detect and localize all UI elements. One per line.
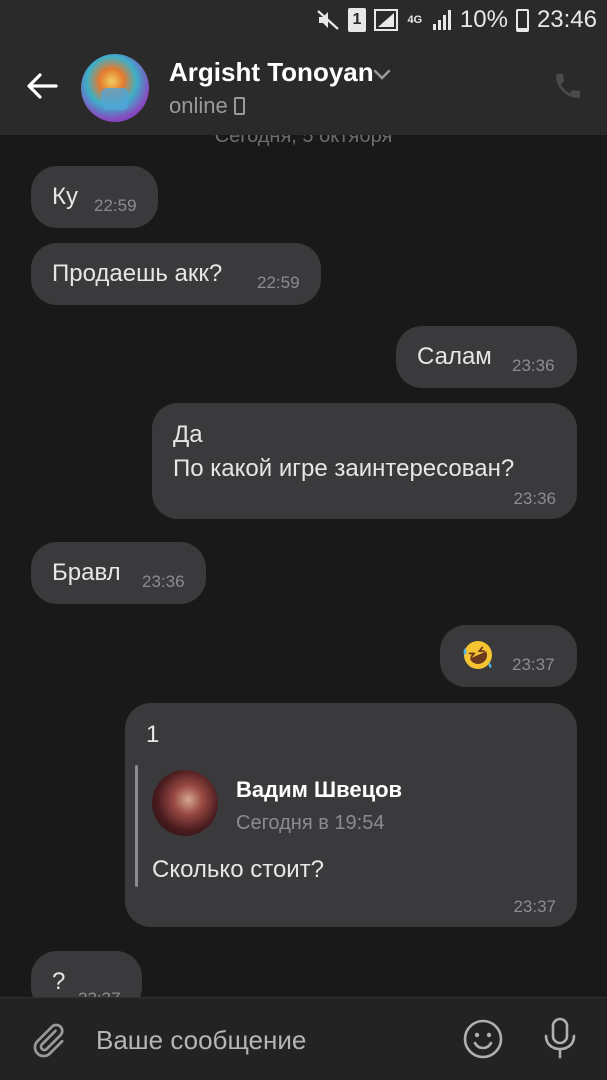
microphone-icon[interactable]: [541, 1016, 579, 1060]
message-bubble-outgoing[interactable]: Салам 23:36: [396, 326, 577, 388]
status-text: online: [169, 93, 228, 118]
message-text: ?: [52, 968, 66, 995]
message-bubble-outgoing[interactable]: 1 Вадим Швецов Сегодня в 19:54 Сколько с…: [125, 703, 577, 927]
smiley-icon[interactable]: [462, 1018, 504, 1060]
phone-call-icon[interactable]: [552, 70, 584, 102]
forwarded-date: Сегодня в 19:54: [236, 812, 385, 834]
message-list[interactable]: Сегодня, 5 октября Ку 22:59 Продаешь акк…: [0, 135, 607, 997]
sim-badge: 1: [347, 8, 366, 32]
chevron-down-icon[interactable]: [372, 64, 392, 84]
contact-status: online: [169, 93, 245, 119]
contact-avatar[interactable]: [81, 54, 149, 122]
message-time: 23:37: [512, 655, 555, 674]
forwarded-quote-bar: [135, 765, 138, 887]
message-bubble-outgoing[interactable]: Да По какой игре заинтересован? 23:36: [152, 403, 577, 519]
message-text: Бравл: [52, 559, 121, 586]
paperclip-icon[interactable]: [28, 1020, 68, 1060]
clock: 23:46: [536, 6, 597, 33]
mute-icon: [316, 9, 340, 31]
forwarded-text: Сколько стоит?: [152, 856, 325, 883]
message-composer: [0, 997, 607, 1080]
message-text: Продаешь акк?: [52, 260, 223, 287]
network-type-label: 4G: [407, 13, 423, 26]
battery-icon: [515, 8, 529, 32]
message-bubble-incoming[interactable]: Ку 22:59: [31, 166, 158, 228]
message-text: Ку: [52, 183, 78, 210]
mobile-device-icon: [233, 97, 245, 115]
message-text-line: Да: [173, 421, 203, 448]
message-text: 1: [146, 721, 160, 748]
message-text: Салам: [417, 343, 492, 370]
message-time: 23:37: [78, 989, 121, 997]
date-separator: Сегодня, 5 октября: [214, 135, 393, 147]
message-bubble-incoming[interactable]: Бравл 23:36: [31, 542, 206, 604]
status-bar: 1 4G 10% 23:46: [0, 0, 607, 40]
cellular-signal-icon: [432, 9, 452, 31]
message-time: 23:36: [142, 572, 185, 591]
message-time: 23:36: [512, 356, 555, 375]
message-time: 23:36: [513, 489, 556, 508]
battery-percent: 10%: [459, 6, 508, 33]
message-input[interactable]: [96, 1018, 436, 1062]
message-bubble-outgoing[interactable]: 23:37: [440, 625, 577, 687]
rolling-laughing-emoji-icon: [462, 639, 494, 671]
contact-name[interactable]: Argisht Tonoyan: [169, 57, 374, 88]
forwarded-author-name[interactable]: Вадим Швецов: [236, 777, 402, 803]
back-arrow-icon[interactable]: [24, 68, 60, 104]
message-time: 22:59: [257, 273, 300, 292]
chat-header: Argisht Tonoyan online: [0, 40, 607, 135]
message-time: 23:37: [513, 897, 556, 916]
message-time: 22:59: [94, 196, 137, 215]
signal-icon: [373, 9, 398, 31]
message-bubble-incoming[interactable]: Продаешь акк? 22:59: [31, 243, 321, 305]
message-bubble-incoming[interactable]: ? 23:37: [31, 951, 142, 997]
forwarded-author-avatar[interactable]: [152, 770, 218, 836]
message-text-line: По какой игре заинтересован?: [173, 455, 515, 482]
